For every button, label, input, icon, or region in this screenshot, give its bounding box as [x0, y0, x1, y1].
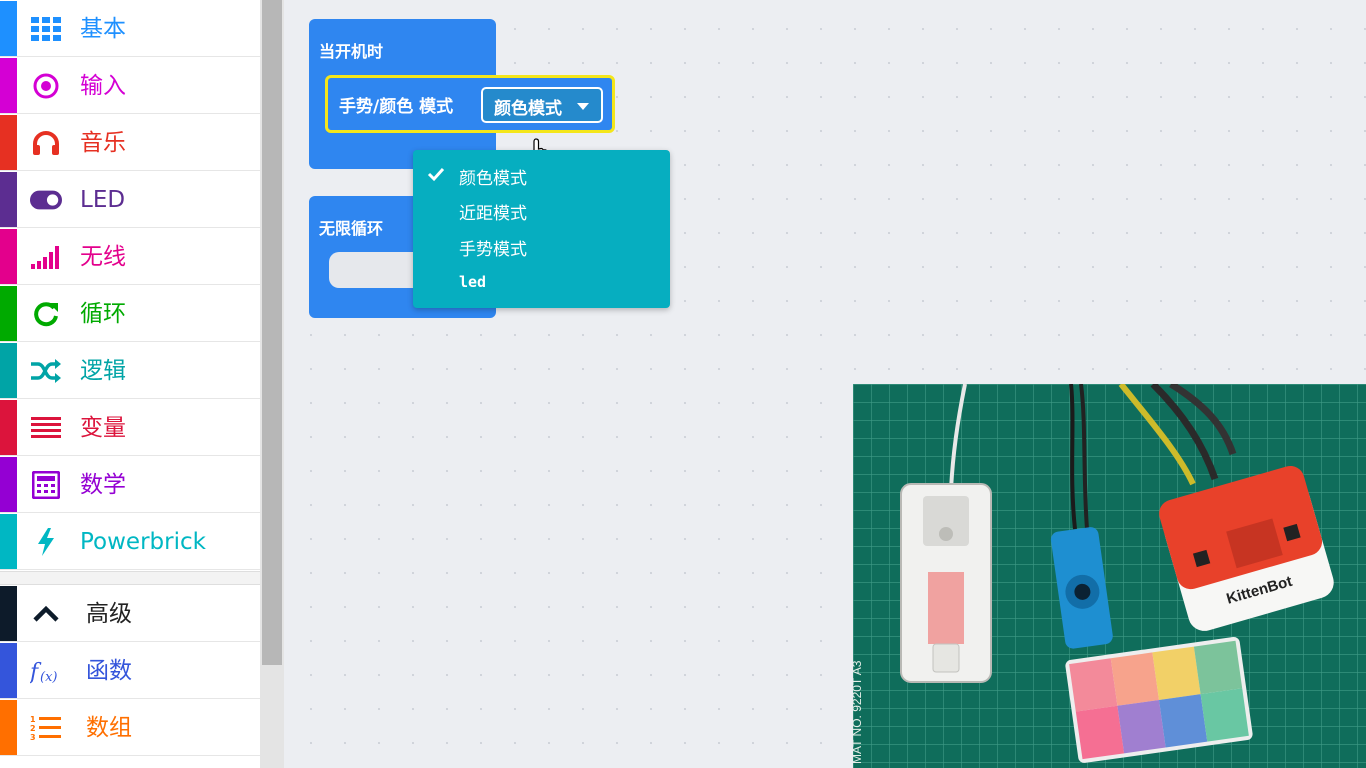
category-color-bar	[0, 58, 17, 113]
category-color-bar	[0, 586, 17, 641]
category-label: 高级	[86, 601, 132, 627]
category-color-bar	[0, 1, 17, 56]
headphones-icon	[30, 128, 62, 158]
svg-text:1: 1	[30, 715, 36, 724]
category-color-bar	[0, 514, 17, 569]
dropdown-option[interactable]: 近距模式	[413, 193, 670, 229]
camera-photo: KittenBot MAT NO. 9220T A3	[853, 384, 1366, 768]
list-lines-icon	[30, 413, 62, 443]
category-label: 音乐	[80, 130, 126, 156]
category-label: 基本	[80, 16, 126, 42]
dropdown-option[interactable]: 颜色模式	[413, 158, 670, 194]
category-label: 无线	[80, 244, 126, 270]
category-color-bar	[0, 400, 17, 455]
category-arrays[interactable]: 123 数组	[0, 700, 260, 756]
refresh-icon	[30, 299, 62, 329]
category-math[interactable]: 数学	[0, 457, 260, 513]
controller-board	[900, 483, 992, 683]
category-music[interactable]: 音乐	[0, 115, 260, 171]
category-color-bar	[0, 457, 17, 512]
svg-text:(x): (x)	[40, 670, 57, 685]
category-powerbrick[interactable]: Powerbrick	[0, 514, 260, 570]
category-led[interactable]: LED	[0, 172, 260, 228]
category-radio[interactable]: 无线	[0, 229, 260, 285]
grid-icon	[30, 14, 62, 44]
category-label: 变量	[80, 415, 126, 441]
category-color-bar	[0, 286, 17, 341]
toolbox-scrollbar-thumb[interactable]	[262, 0, 282, 665]
category-basic[interactable]: 基本	[0, 1, 260, 57]
category-label: LED	[80, 187, 126, 213]
checkmark-icon	[427, 167, 445, 182]
mode-dropdown[interactable]: 颜色模式	[481, 87, 603, 123]
category-color-bar	[0, 229, 17, 284]
calculator-icon	[30, 470, 62, 500]
category-input[interactable]: 输入	[0, 58, 260, 114]
numbered-list-icon: 123	[30, 713, 62, 743]
mode-dropdown-menu: 颜色模式 近距模式 手势模式 led	[413, 150, 670, 308]
category-label: 数组	[86, 715, 132, 741]
option-label: 颜色模式	[459, 169, 527, 189]
gesture-color-mode-block[interactable]: 手势/颜色 模式 颜色模式	[325, 75, 615, 133]
toolbox: 基本 输入 音乐 LED 无线 循环 逻辑 变量 数学 Powerbrick 高…	[0, 0, 260, 768]
option-label: 手势模式	[459, 240, 527, 260]
category-color-bar	[0, 172, 17, 227]
category-label: 循环	[80, 301, 126, 327]
category-label: 数学	[80, 472, 126, 498]
dropdown-arrow-icon	[577, 103, 589, 110]
chevron-up-icon	[30, 599, 62, 629]
category-functions[interactable]: f (x) 函数	[0, 643, 260, 699]
svg-text:2: 2	[30, 724, 36, 733]
category-advanced[interactable]: 高级	[0, 586, 260, 642]
option-label: 近距模式	[459, 204, 527, 224]
category-variables[interactable]: 变量	[0, 400, 260, 456]
category-color-bar	[0, 643, 17, 698]
option-label: led	[459, 273, 487, 291]
toolbox-separator	[0, 571, 260, 585]
svg-text:3: 3	[30, 733, 36, 742]
category-label: 函数	[86, 658, 132, 684]
block-title: 当开机时	[319, 42, 384, 61]
category-color-bar	[0, 700, 17, 755]
lightning-icon	[30, 527, 62, 557]
category-logic[interactable]: 逻辑	[0, 343, 260, 399]
block-label: 手势/颜色 模式	[339, 97, 454, 117]
category-loops[interactable]: 循环	[0, 286, 260, 342]
mat-label: MAT NO. 9220T A3	[853, 660, 864, 764]
camera-overlay: KittenBot MAT NO. 9220T A3	[853, 384, 1366, 768]
category-label: 逻辑	[80, 358, 126, 384]
shuffle-icon	[30, 356, 62, 386]
block-title: 无限循环	[319, 219, 384, 238]
category-color-bar	[0, 115, 17, 170]
category-color-bar	[0, 343, 17, 398]
dropdown-option[interactable]: led	[413, 265, 670, 301]
function-icon: f (x)	[30, 656, 62, 686]
toggle-icon	[30, 185, 62, 215]
signal-bars-icon	[30, 242, 62, 272]
dropdown-option[interactable]: 手势模式	[413, 229, 670, 265]
category-label: 输入	[80, 73, 126, 99]
category-label: Powerbrick	[80, 529, 206, 555]
target-icon	[30, 71, 62, 101]
dropdown-value: 颜色模式	[494, 99, 562, 119]
